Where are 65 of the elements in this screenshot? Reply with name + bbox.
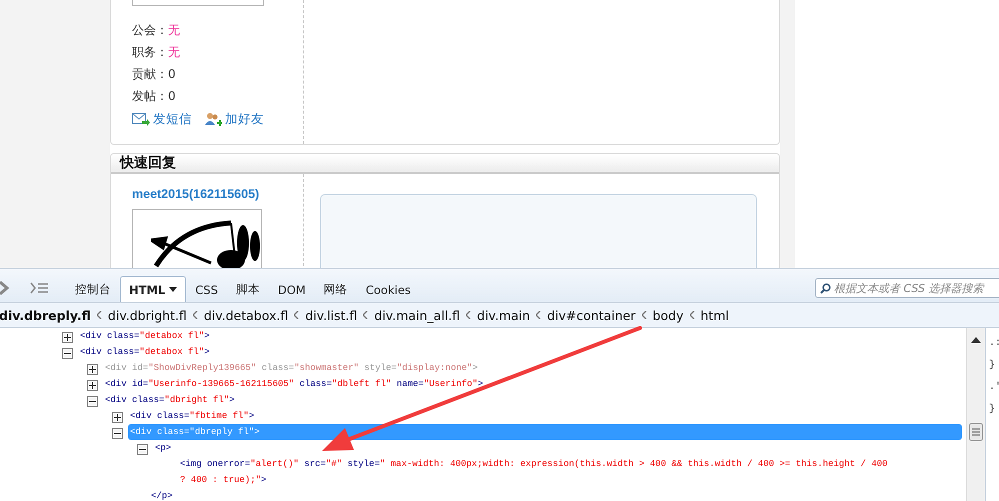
info-label: 公会： (132, 22, 168, 38)
chevron-left-icon (690, 311, 694, 319)
collapse-toggle[interactable] (137, 444, 148, 454)
devtools-tab[interactable]: CSS (186, 276, 227, 302)
caret-icon (169, 287, 178, 292)
collapse-toggle[interactable] (87, 396, 98, 406)
breadcrumb-item[interactable]: div.detabox.fl (204, 308, 288, 322)
chevron-left-icon (536, 311, 542, 319)
collapse-toggle[interactable] (112, 428, 123, 438)
breadcrumb-item[interactable]: body (652, 308, 684, 322)
html-node[interactable]: <div id="Userinfo-139665-162115605" class="dbleft fl" name="Userinfo"> (103, 376, 486, 392)
devtools-tab[interactable]: 控制台 (66, 276, 120, 302)
expand-toggle[interactable] (87, 380, 98, 390)
style-rule-fragment: .' (989, 382, 999, 394)
send-message-link[interactable]: 发短信 (132, 111, 192, 128)
chevron-icon[interactable] (0, 281, 10, 295)
breadcrumb-item[interactable]: div.main (477, 308, 530, 322)
chevron-left-icon (96, 311, 102, 319)
breadcrumb-item[interactable]: div#container (547, 308, 636, 322)
devtools-tab[interactable]: 网络 (314, 276, 357, 302)
add-friend-link[interactable]: 加好友 (204, 111, 264, 128)
html-node[interactable]: <div class="detabox fl"> (78, 344, 212, 360)
info-value: 0 (168, 67, 176, 81)
info-value: 无 (168, 22, 180, 38)
expand-toggle[interactable] (112, 412, 123, 422)
breadcrumb-item[interactable]: div.main_all.fl (374, 308, 460, 322)
html-node[interactable]: <div class="detabox fl"> (78, 328, 212, 344)
breadcrumb-item[interactable]: div.list.fl (305, 308, 358, 322)
devtools-tab[interactable]: DOM (268, 276, 315, 302)
username-link[interactable]: meet2015(162115605) (132, 187, 303, 201)
users-add-icon (204, 112, 222, 128)
info-value: 无 (168, 44, 180, 60)
info-label: 发帖： (132, 88, 168, 104)
chevron-left-icon (192, 311, 198, 319)
info-label: 职务： (132, 44, 168, 60)
collapse-toggle[interactable] (62, 348, 73, 358)
scroll-up-icon[interactable] (971, 337, 981, 343)
devtools-tab[interactable]: Cookies (356, 276, 420, 302)
search-field[interactable]: 根据文本或者 CSS 选择器搜索 (815, 278, 999, 298)
devtools-tab[interactable]: 脚本 (226, 276, 269, 302)
search-icon (820, 282, 831, 294)
panel-title: 快速回复 (120, 154, 176, 172)
breadcrumb-item[interactable]: div.dbright.fl (108, 308, 187, 322)
chevron-left-icon (642, 311, 647, 319)
chevron-left-icon (363, 311, 368, 319)
chevron-left-icon (294, 311, 300, 319)
scrollbar[interactable] (966, 328, 985, 501)
expand-toggle[interactable] (87, 364, 98, 374)
expand-toggle[interactable] (62, 332, 73, 342)
info-value: 0 (168, 89, 176, 103)
scroll-thumb[interactable] (969, 423, 983, 441)
breadcrumb-item[interactable]: html (700, 308, 729, 322)
html-node[interactable]: <div class="dbright fl"> (103, 392, 237, 408)
style-rule-fragment: } (989, 404, 996, 416)
html-node[interactable]: <img onerror="alert()" src="#" style=" max-width: 400px;width: expression(this.width > 400 && this.width / 400 >= this.height / 400 ? 400 : true);"> (178, 456, 897, 488)
style-rule-fragment: .: (989, 338, 999, 350)
devtools-tab[interactable]: HTML (120, 276, 186, 302)
chevron-left-icon (466, 311, 472, 319)
closing-tag: </p> (151, 488, 966, 501)
style-rule-fragment: } (989, 360, 996, 372)
info-label: 贡献： (132, 66, 168, 82)
html-node[interactable]: <div class="fbtime fl"> (128, 408, 256, 424)
html-node[interactable]: <p> (153, 440, 174, 456)
console-icon[interactable] (30, 282, 48, 294)
envelope-icon (132, 112, 150, 126)
